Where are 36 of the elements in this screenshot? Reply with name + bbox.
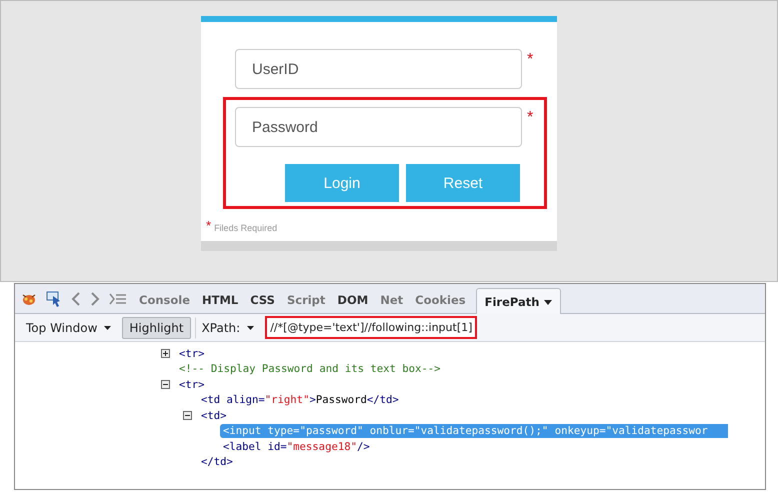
code-line[interactable]: <td> [198, 408, 230, 423]
collapse-icon[interactable] [183, 411, 192, 420]
code-line[interactable]: <label id="message18"/> [220, 440, 373, 454]
panel-tab[interactable]: DOM [331, 289, 374, 313]
required-mark: * [527, 109, 534, 127]
back-icon[interactable] [71, 292, 81, 306]
inspect-icon[interactable] [46, 291, 62, 307]
command-line-icon[interactable] [109, 293, 127, 305]
bug-icon[interactable] [21, 292, 37, 306]
panel-tab[interactable]: Console [133, 289, 196, 313]
frame-dropdown[interactable]: Top Window [19, 316, 118, 338]
xpath-field[interactable]: //*[@type='text']//following::input[1] [265, 316, 478, 339]
code-line[interactable]: <!-- Display Password and its text box--> [176, 362, 444, 376]
input-field[interactable]: Password [235, 107, 522, 147]
highlight-button[interactable]: Highlight [122, 316, 191, 338]
caret-icon [104, 326, 112, 330]
xpath-dropdown[interactable]: XPath: [194, 316, 262, 338]
panel-tab[interactable]: HTML [196, 289, 244, 313]
caret-icon [247, 326, 254, 330]
caret-icon [544, 300, 552, 305]
panel-tab[interactable]: Script [280, 289, 332, 313]
code-line[interactable]: </td> [198, 455, 236, 470]
expand-icon[interactable] [161, 349, 170, 358]
code-line[interactable]: <tr> [176, 378, 208, 392]
required-mark: * [527, 51, 534, 69]
code-line[interactable]: <td align="right">Password</td> [198, 393, 402, 408]
footer-note: Fileds Required [214, 223, 278, 233]
collapse-icon[interactable] [161, 380, 170, 390]
panel-tab[interactable]: CSS [244, 289, 281, 313]
input-field[interactable]: UserID [235, 49, 522, 89]
panel-tab[interactable]: FirePath [476, 288, 562, 314]
required-mark: * [206, 218, 212, 233]
panel-tab[interactable]: Net [374, 289, 410, 313]
forward-icon[interactable] [90, 292, 100, 306]
code-line[interactable]: <tr> [176, 346, 208, 361]
panel-tab[interactable]: Cookies [409, 289, 472, 313]
